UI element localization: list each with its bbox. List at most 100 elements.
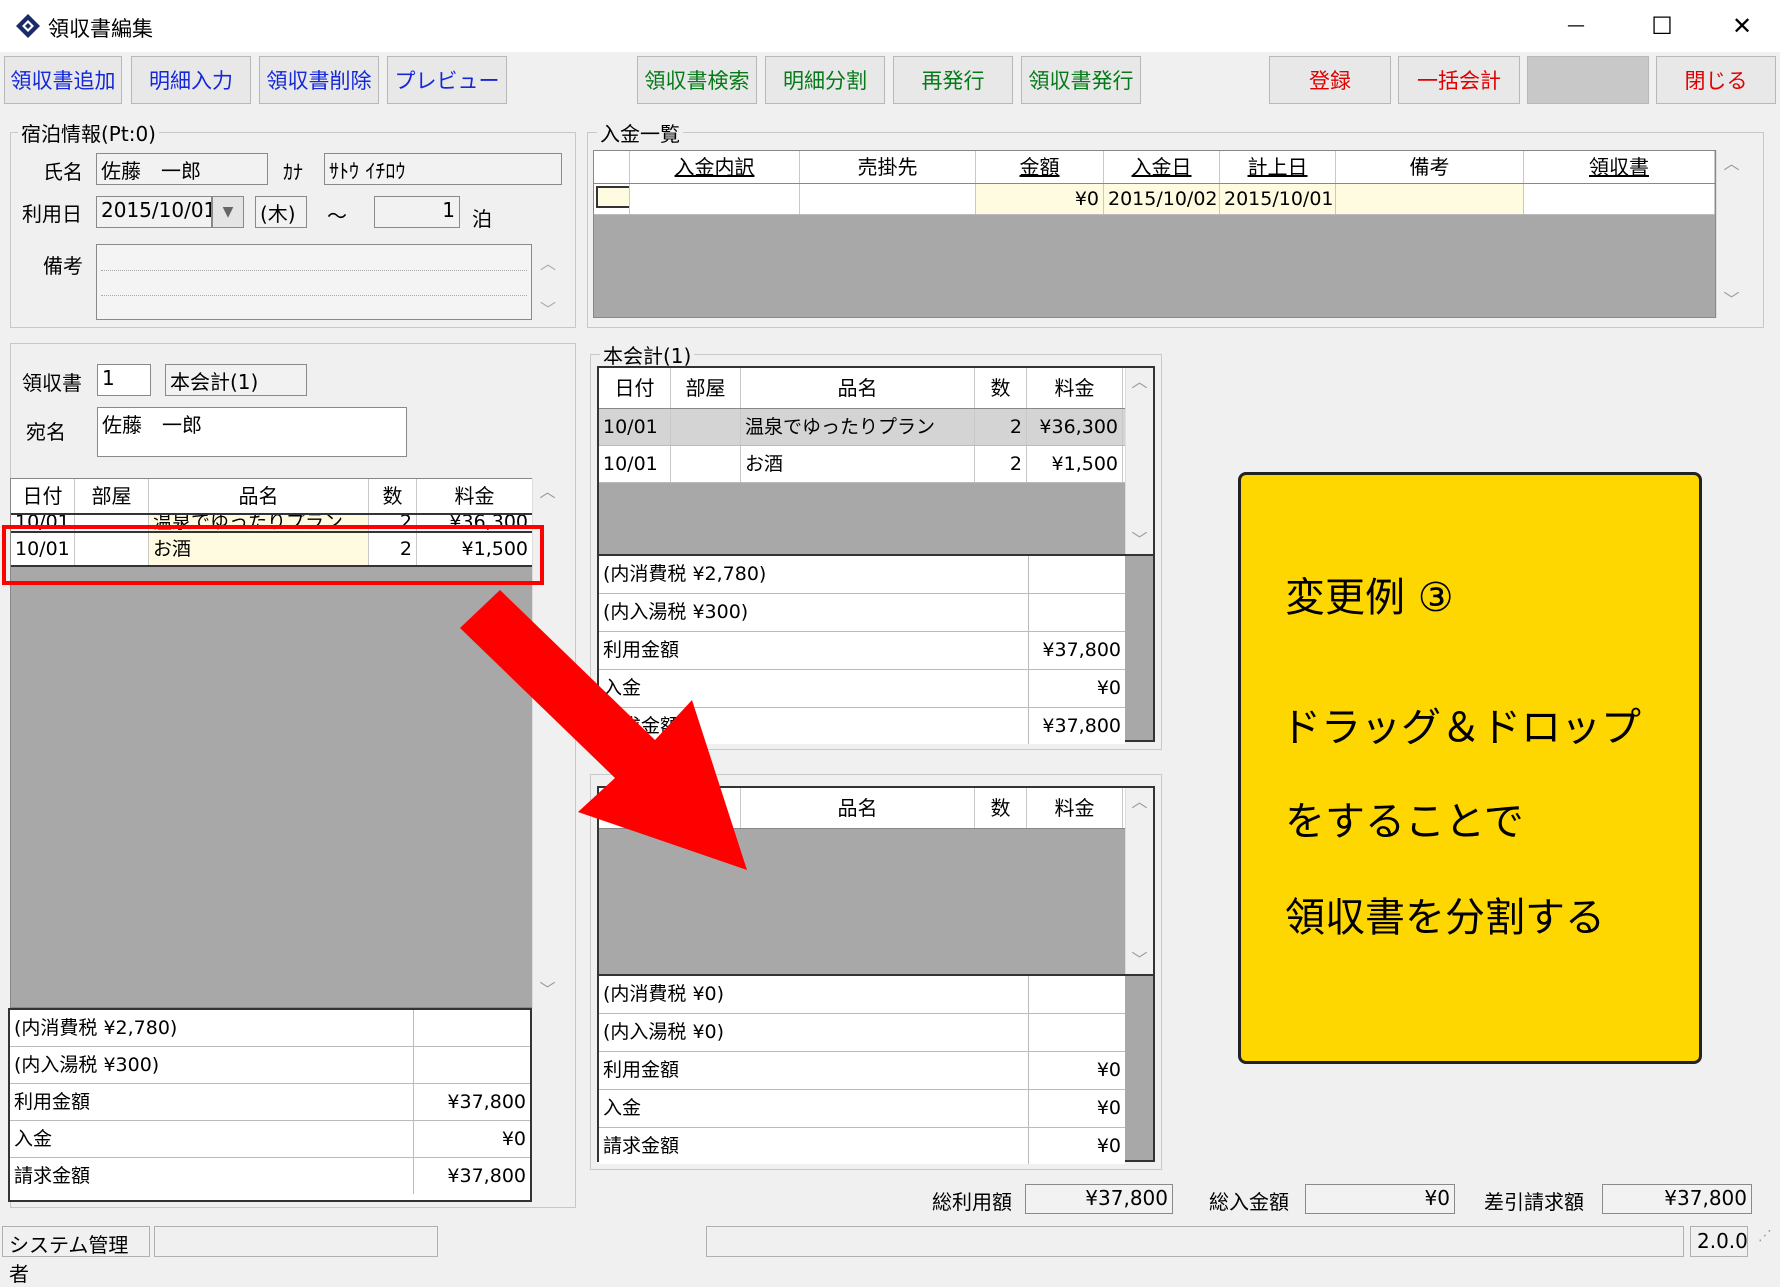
honkaikei-scrollbar[interactable]: ︿ ﹀ (1125, 368, 1153, 554)
table-row[interactable]: 10/01 お酒 2 ¥1,500 (599, 446, 1153, 483)
honkaikei-col-room: 部屋 (671, 368, 741, 408)
kana-field[interactable]: ｻﾄｳ ｲﾁﾛｳ (324, 153, 562, 185)
status-panel-2 (706, 1226, 1684, 1257)
payments-label: 入金一覧 (597, 118, 683, 147)
balance-label: 差引請求額 (1484, 1190, 1584, 1214)
payments-col-amount[interactable]: 金額 (976, 151, 1104, 183)
status-user: システム管理者 (2, 1226, 150, 1286)
name-label: 氏名 (43, 160, 83, 184)
left-summary-table: (内消費税 ¥2,780) (内入湯税 ¥300) 利用金額 ¥37,800 入金… (8, 1008, 532, 1202)
balance-field: ¥37,800 (1602, 1184, 1752, 1214)
stay-info-label: 宿泊情報(Pt:0) (18, 118, 159, 147)
summary-row: (内消費税 ¥0) (599, 976, 1125, 1014)
issue-receipt-button[interactable]: 領収書発行 (1021, 56, 1141, 104)
add-receipt-button[interactable]: 領収書追加 (4, 56, 122, 104)
app-logo-icon (16, 14, 40, 38)
callout-line-3: をすることで (1285, 799, 1524, 845)
left-col-qty: 数 (369, 479, 417, 513)
honkaikei-col-qty: 数 (975, 368, 1027, 408)
total-paid-field: ¥0 (1305, 1184, 1455, 1214)
close-button[interactable]: ✕ (1718, 8, 1766, 44)
status-panel-1 (154, 1226, 438, 1257)
payments-grid: 入金内訳 売掛先 金額 入金日 計上日 備考 領収書 ¥0 2015/10/02… (593, 150, 1716, 318)
search-receipt-button[interactable]: 領収書検索 (637, 56, 757, 104)
reissue-button[interactable]: 再発行 (893, 56, 1013, 104)
note-textarea[interactable] (96, 244, 532, 320)
payments-postdate-cell[interactable]: 2015/10/01 (1220, 184, 1336, 214)
addressee-field[interactable]: 佐藤 一郎 (97, 407, 407, 457)
second-col-price: 料金 (1027, 788, 1123, 828)
summary-row: 請求金額 ¥0 (599, 1128, 1125, 1164)
guest-name-field[interactable]: 佐藤 一郎 (96, 153, 268, 185)
payments-col-postdate[interactable]: 計上日 (1220, 151, 1336, 183)
close-window-button[interactable]: 閉じる (1656, 56, 1776, 104)
summary-row: 入金 ¥0 (599, 1090, 1125, 1128)
payments-col-paydate[interactable]: 入金日 (1104, 151, 1220, 183)
summary-row: (内消費税 ¥2,780) (10, 1010, 530, 1047)
callout-line-1: 変更例 ③ (1285, 575, 1454, 621)
receipt-name-field: 本会計(1) (165, 364, 307, 396)
total-use-field: ¥37,800 (1025, 1184, 1173, 1214)
total-use-label: 総利用額 (932, 1190, 1012, 1214)
receipt-number-field[interactable]: 1 (97, 364, 151, 396)
payments-col-detail[interactable]: 入金内訳 (630, 151, 800, 183)
payments-scrollbar[interactable]: ︿ ﹀ (1716, 150, 1746, 318)
addressee-label: 宛名 (26, 420, 66, 444)
second-col-item: 品名 (741, 788, 975, 828)
resize-grip-icon[interactable]: ⋰ (1752, 1226, 1778, 1257)
payments-col-account: 売掛先 (800, 151, 976, 183)
payments-col-note: 備考 (1336, 151, 1524, 183)
summary-row: (内入湯税 ¥0) (599, 1014, 1125, 1052)
use-date-field[interactable]: 2015/10/01 (96, 196, 212, 228)
summary-row: 利用金額 ¥37,800 (10, 1084, 530, 1121)
drag-highlight-box (2, 525, 544, 585)
second-summary-table: (内消費税 ¥0) (内入湯税 ¥0) 利用金額 ¥0 入金 ¥0 請求金額 ¥0 (597, 974, 1155, 1164)
summary-row: (内消費税 ¥2,780) (599, 556, 1125, 594)
bulk-checkout-button[interactable]: 一括会計 (1398, 56, 1520, 104)
status-version: 2.0.0 (1690, 1226, 1748, 1257)
payments-select-col (594, 151, 630, 183)
register-button[interactable]: 登録 (1269, 56, 1391, 104)
payments-row[interactable]: ¥0 2015/10/02 2015/10/01 (594, 184, 1715, 215)
total-paid-label: 総入金額 (1209, 1190, 1289, 1214)
weekday-field: (木) (255, 196, 307, 228)
callout-box: 変更例 ③ ドラッグ＆ドロップ をすることで 領収書を分割する (1238, 472, 1702, 1064)
summary-row: 請求金額 ¥37,800 (10, 1158, 530, 1194)
kana-label: ｶﾅ (283, 160, 303, 184)
payments-paydate-cell[interactable]: 2015/10/02 (1104, 184, 1220, 214)
tilde-label: ～ (327, 204, 347, 228)
summary-row: 入金 ¥0 (10, 1121, 530, 1158)
minimize-button[interactable]: — (1552, 8, 1600, 44)
payments-col-receipt[interactable]: 領収書 (1524, 151, 1715, 183)
note-label: 備考 (43, 254, 83, 278)
maximize-button[interactable]: ☐ (1638, 8, 1686, 44)
honkaikei-col-price: 料金 (1027, 368, 1123, 408)
summary-row: 利用金額 ¥0 (599, 1052, 1125, 1090)
note-scroll-up-icon[interactable]: ︿ (540, 250, 556, 274)
preview-button[interactable]: プレビュー (387, 56, 507, 104)
delete-receipt-button[interactable]: 領収書削除 (259, 56, 379, 104)
honkaikei-col-item: 品名 (741, 368, 975, 408)
summary-row: (内入湯税 ¥300) (10, 1047, 530, 1084)
callout-line-2: ドラッグ＆ドロップ (1281, 705, 1641, 751)
payments-amount-cell[interactable]: ¥0 (976, 184, 1104, 214)
nights-field[interactable]: 1 (374, 196, 460, 228)
date-label: 利用日 (22, 202, 82, 226)
nights-unit-label: 泊 (472, 207, 492, 231)
second-grid-scrollbar[interactable]: ︿ ﹀ (1125, 788, 1153, 974)
left-col-room: 部屋 (75, 479, 149, 513)
split-detail-button[interactable]: 明細分割 (765, 56, 885, 104)
honkaikei-col-date: 日付 (599, 368, 671, 408)
left-col-price: 料金 (417, 479, 533, 513)
callout-line-4: 領収書を分割する (1285, 895, 1605, 941)
detail-input-button[interactable]: 明細入力 (131, 56, 251, 104)
drag-arrow-icon (460, 590, 747, 870)
title-bar: 領収書編集 — ☐ ✕ (0, 0, 1780, 52)
table-row[interactable]: 10/01 温泉でゆったりプラン 2 ¥36,300 (599, 409, 1153, 446)
left-col-date: 日付 (11, 479, 75, 513)
honkaikei-items-grid: 日付 部屋 品名 数 料金 10/01 温泉でゆったりプラン 2 ¥36,300… (597, 366, 1155, 554)
blank-button (1527, 56, 1649, 104)
second-col-qty: 数 (975, 788, 1027, 828)
date-dropdown-button[interactable]: ▼ (212, 196, 244, 228)
note-scroll-down-icon[interactable]: ﹀ (540, 296, 556, 320)
